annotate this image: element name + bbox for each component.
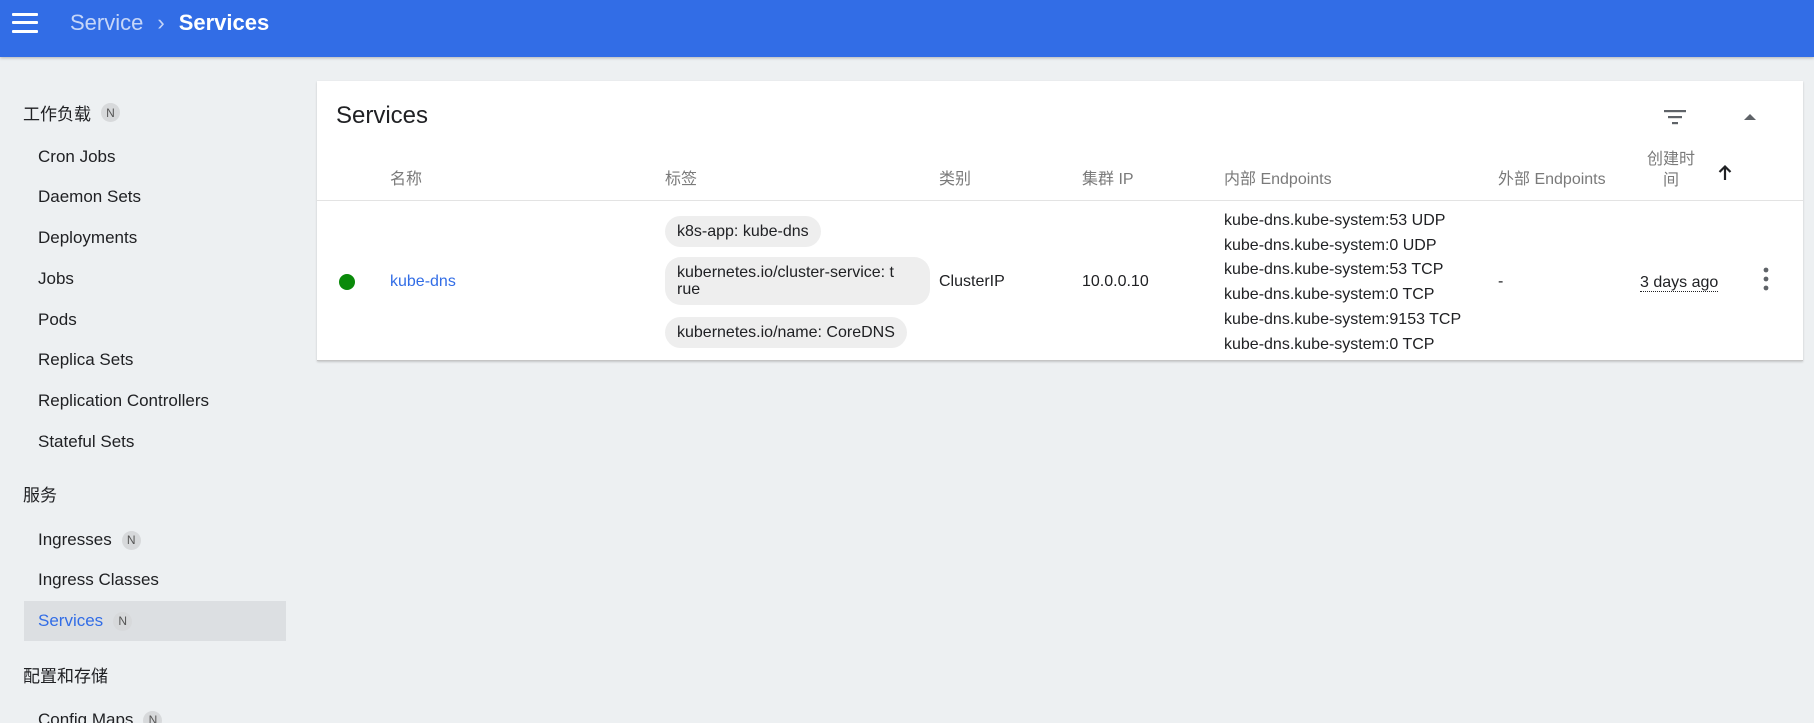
sidebar-item-label: Deployments	[38, 228, 138, 247]
nav-group-services[interactable]: 服务	[23, 481, 57, 506]
breadcrumb: Service › Services	[70, 10, 269, 36]
sidebar-item-label: Replication Controllers	[38, 391, 210, 410]
sidebar-item-label: Services	[38, 611, 104, 630]
sidebar-item-label: Daemon Sets	[38, 187, 141, 206]
sidebar-item-label: Jobs	[38, 269, 74, 288]
more-vert-icon[interactable]	[1754, 263, 1778, 295]
nav-group-config-storage[interactable]: 配置和存储	[23, 662, 108, 687]
new-badge: N	[113, 611, 133, 631]
arrow-drop-up-icon[interactable]	[1735, 105, 1765, 129]
endpoint-entry: kube-dns.kube-system:53 UDP	[1224, 212, 1446, 229]
sidebar-item-daemon-sets[interactable]: Daemon Sets	[24, 177, 286, 217]
nav-group-label: 服务	[23, 486, 57, 505]
sidebar-item-ingresses[interactable]: Ingresses N	[24, 520, 286, 560]
column-header-name[interactable]: 名称	[390, 165, 422, 189]
endpoint-entry: kube-dns.kube-system:9153 TCP	[1224, 310, 1462, 328]
sidebar-item-label: Ingress Classes	[38, 570, 159, 589]
sidebar-item-label: Ingresses	[38, 530, 112, 549]
internal-endpoints: kube-dns.kube-system:53 UDP kube-dns.kub…	[1224, 209, 1461, 357]
sidebar-item-label: Config Maps	[38, 710, 134, 723]
endpoint-entry: kube-dns.kube-system:0 TCP	[1224, 286, 1435, 304]
label-chip-line: rue	[677, 281, 701, 298]
sidebar-item-pods[interactable]: Pods	[24, 300, 286, 340]
sidebar-item-label: Pods	[38, 310, 77, 329]
column-header-created[interactable]: 创建时 间	[1647, 149, 1695, 191]
sidebar-nav: 工作负载 N Cron Jobs Daemon Sets Deployments…	[0, 57, 300, 723]
sidebar-item-cron-jobs[interactable]: Cron Jobs	[24, 137, 286, 177]
breadcrumb-parent-link[interactable]: Service	[70, 10, 143, 36]
endpoint-entry: kube-dns.kube-system:0 TCP	[1224, 335, 1435, 353]
label-chip: k8s-app: kube-dns	[665, 216, 821, 247]
column-header-created-line1: 创建时	[1647, 151, 1696, 168]
label-chip: kubernetes.io/name: CoreDNS	[665, 317, 907, 348]
external-endpoints: -	[1498, 273, 1504, 290]
new-badge: N	[101, 103, 120, 122]
sidebar-item-jobs[interactable]: Jobs	[24, 259, 286, 299]
sidebar-item-label: Replica Sets	[38, 350, 134, 369]
created-age: 3 days ago	[1640, 274, 1719, 292]
nav-group-label: 配置和存储	[23, 667, 108, 686]
table-bottom-divider	[317, 360, 1803, 361]
sidebar-item-label: Cron Jobs	[38, 147, 116, 166]
new-badge: N	[121, 530, 141, 550]
arrow-upward-icon[interactable]	[1715, 161, 1735, 185]
label-chip-line: kubernetes.io/cluster-service: t	[677, 264, 894, 281]
sidebar-item-config-maps[interactable]: Config Maps N	[24, 700, 286, 723]
hamburger-menu-icon[interactable]	[12, 12, 38, 33]
label-chip: kubernetes.io/cluster-service: t rue	[665, 257, 930, 305]
endpoint-entry: kube-dns.kube-system:53 TCP	[1224, 261, 1444, 279]
sidebar-item-replication-controllers[interactable]: Replication Controllers	[24, 381, 286, 421]
cluster-ip: 10.0.0.10	[1082, 273, 1149, 290]
column-header-created-line2: 间	[1663, 172, 1680, 189]
sidebar-item-label: Stateful Sets	[38, 432, 135, 451]
sidebar-item-stateful-sets[interactable]: Stateful Sets	[24, 422, 286, 462]
column-header-external-endpoints: 外部 Endpoints	[1498, 171, 1606, 188]
table-row: kube-dns k8s-app: kube-dns kubernetes.io…	[317, 201, 1803, 361]
column-header-cluster-ip: 集群 IP	[1082, 171, 1134, 188]
sidebar-item-deployments[interactable]: Deployments	[24, 218, 286, 258]
nav-group-workloads[interactable]: 工作负载 N	[23, 100, 120, 125]
column-header-type[interactable]: 类别	[939, 165, 971, 189]
nav-group-label: 工作负载	[23, 105, 91, 124]
breadcrumb-current: Services	[178, 9, 270, 35]
status-running-icon	[339, 274, 355, 290]
card-title: Services	[336, 102, 429, 129]
endpoint-entry: kube-dns.kube-system:0 UDP	[1224, 236, 1437, 254]
services-card: Services 名称 标签 类别 集群 IP 内部 Endpoints 外部 …	[317, 81, 1803, 361]
sidebar-item-ingress-classes[interactable]: Ingress Classes	[24, 560, 286, 600]
chevron-right-icon: ›	[157, 9, 165, 35]
column-header-internal-endpoints: 内部 Endpoints	[1224, 171, 1332, 188]
table-header: 名称 标签 类别 集群 IP 内部 Endpoints 外部 Endpoints…	[317, 149, 1803, 201]
sidebar-item-replica-sets[interactable]: Replica Sets	[24, 340, 286, 380]
service-type: ClusterIP	[939, 273, 1005, 290]
new-badge: N	[143, 710, 163, 723]
sidebar-item-services[interactable]: Services N	[24, 601, 286, 641]
filter-list-icon[interactable]	[1660, 105, 1690, 129]
column-header-labels: 标签	[665, 171, 698, 188]
top-app-bar: Service › Services	[0, 0, 1814, 57]
service-name-link[interactable]: kube-dns	[390, 273, 456, 291]
